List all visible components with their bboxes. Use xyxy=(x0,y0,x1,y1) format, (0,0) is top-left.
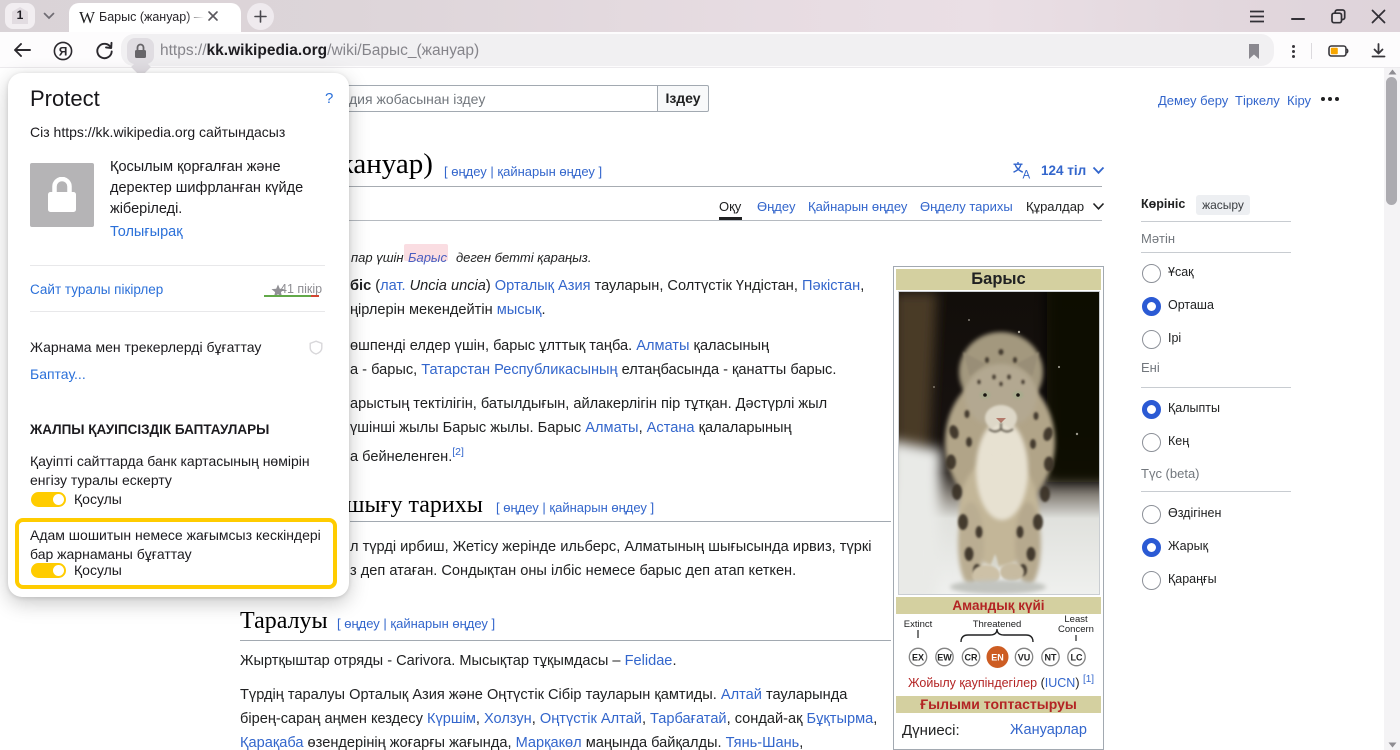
svg-text:EX: EX xyxy=(912,652,924,662)
svg-text:A: A xyxy=(1023,170,1031,180)
svg-text:Concern: Concern xyxy=(1058,624,1094,635)
svg-text:Threatened: Threatened xyxy=(973,619,1022,630)
svg-text:CR: CR xyxy=(965,652,978,662)
svg-text:EN: EN xyxy=(991,653,1004,663)
svg-text:LC: LC xyxy=(1071,652,1083,662)
svg-text:Extinct: Extinct xyxy=(904,619,933,630)
svg-text:Я: Я xyxy=(59,44,68,58)
svg-text:VU: VU xyxy=(1018,652,1031,662)
svg-text:EW: EW xyxy=(937,652,952,662)
svg-text:NT: NT xyxy=(1045,652,1057,662)
